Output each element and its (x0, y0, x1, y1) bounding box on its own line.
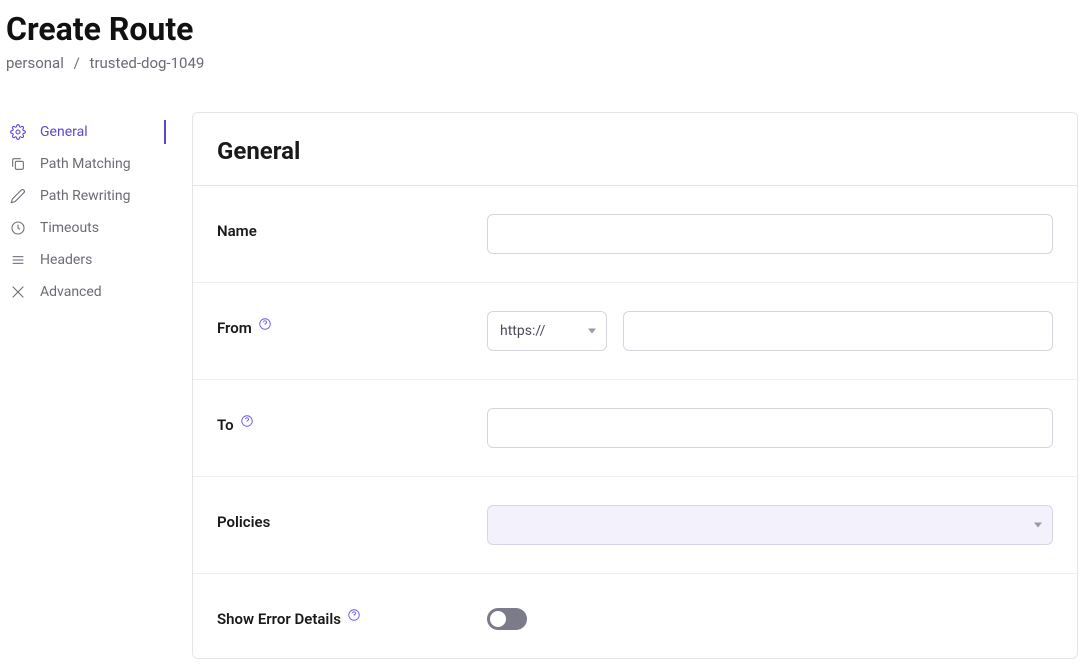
pencil-icon (10, 188, 26, 204)
row-from: From https:// (193, 283, 1077, 380)
sidebar-item-advanced[interactable]: Advanced (6, 276, 166, 308)
sidebar-item-label: Headers (40, 252, 92, 268)
chevron-down-icon (1034, 523, 1042, 528)
row-show-error-details: Show Error Details (193, 574, 1077, 658)
from-host-input[interactable] (623, 311, 1053, 351)
sidebar-item-label: Advanced (40, 284, 102, 300)
breadcrumb-namespace[interactable]: personal (6, 54, 64, 72)
from-label: From (217, 311, 487, 337)
name-label: Name (217, 214, 487, 240)
sidebar-item-general[interactable]: General (6, 116, 166, 148)
breadcrumb-separator: / (68, 54, 86, 72)
to-label: To (217, 408, 487, 434)
help-icon[interactable] (258, 317, 272, 331)
sidebar-item-headers[interactable]: Headers (6, 244, 166, 276)
row-policies: Policies (193, 477, 1077, 574)
breadcrumb: personal / trusted-dog-1049 (6, 54, 1078, 72)
help-icon[interactable] (347, 608, 361, 622)
row-name: Name (193, 186, 1077, 283)
policies-select[interactable] (487, 505, 1053, 545)
sidebar-item-label: General (40, 124, 88, 140)
breadcrumb-project[interactable]: trusted-dog-1049 (90, 54, 205, 72)
help-icon[interactable] (240, 414, 254, 428)
clock-icon (10, 220, 26, 236)
sidebar: General Path Matching Path Rewriting Tim… (6, 112, 166, 659)
policies-label: Policies (217, 505, 487, 531)
from-protocol-select[interactable]: https:// (487, 311, 607, 351)
to-input[interactable] (487, 408, 1053, 448)
show-error-details-label: Show Error Details (217, 602, 487, 628)
sidebar-item-timeouts[interactable]: Timeouts (6, 212, 166, 244)
list-icon (10, 252, 26, 268)
show-error-details-toggle[interactable] (487, 608, 527, 630)
sidebar-item-label: Timeouts (40, 220, 99, 236)
sidebar-item-label: Path Rewriting (40, 188, 130, 204)
path-icon (10, 156, 26, 172)
sidebar-item-path-matching[interactable]: Path Matching (6, 148, 166, 180)
section-title: General (217, 137, 1053, 165)
row-to: To (193, 380, 1077, 477)
gear-icon (10, 124, 26, 140)
name-input[interactable] (487, 214, 1053, 254)
chevron-down-icon (588, 329, 596, 334)
page-title: Create Route (6, 10, 1078, 48)
from-protocol-value: https:// (500, 323, 545, 339)
tools-icon (10, 284, 26, 300)
sidebar-item-path-rewriting[interactable]: Path Rewriting (6, 180, 166, 212)
general-card: General Name From (192, 112, 1078, 659)
sidebar-item-label: Path Matching (40, 156, 131, 172)
